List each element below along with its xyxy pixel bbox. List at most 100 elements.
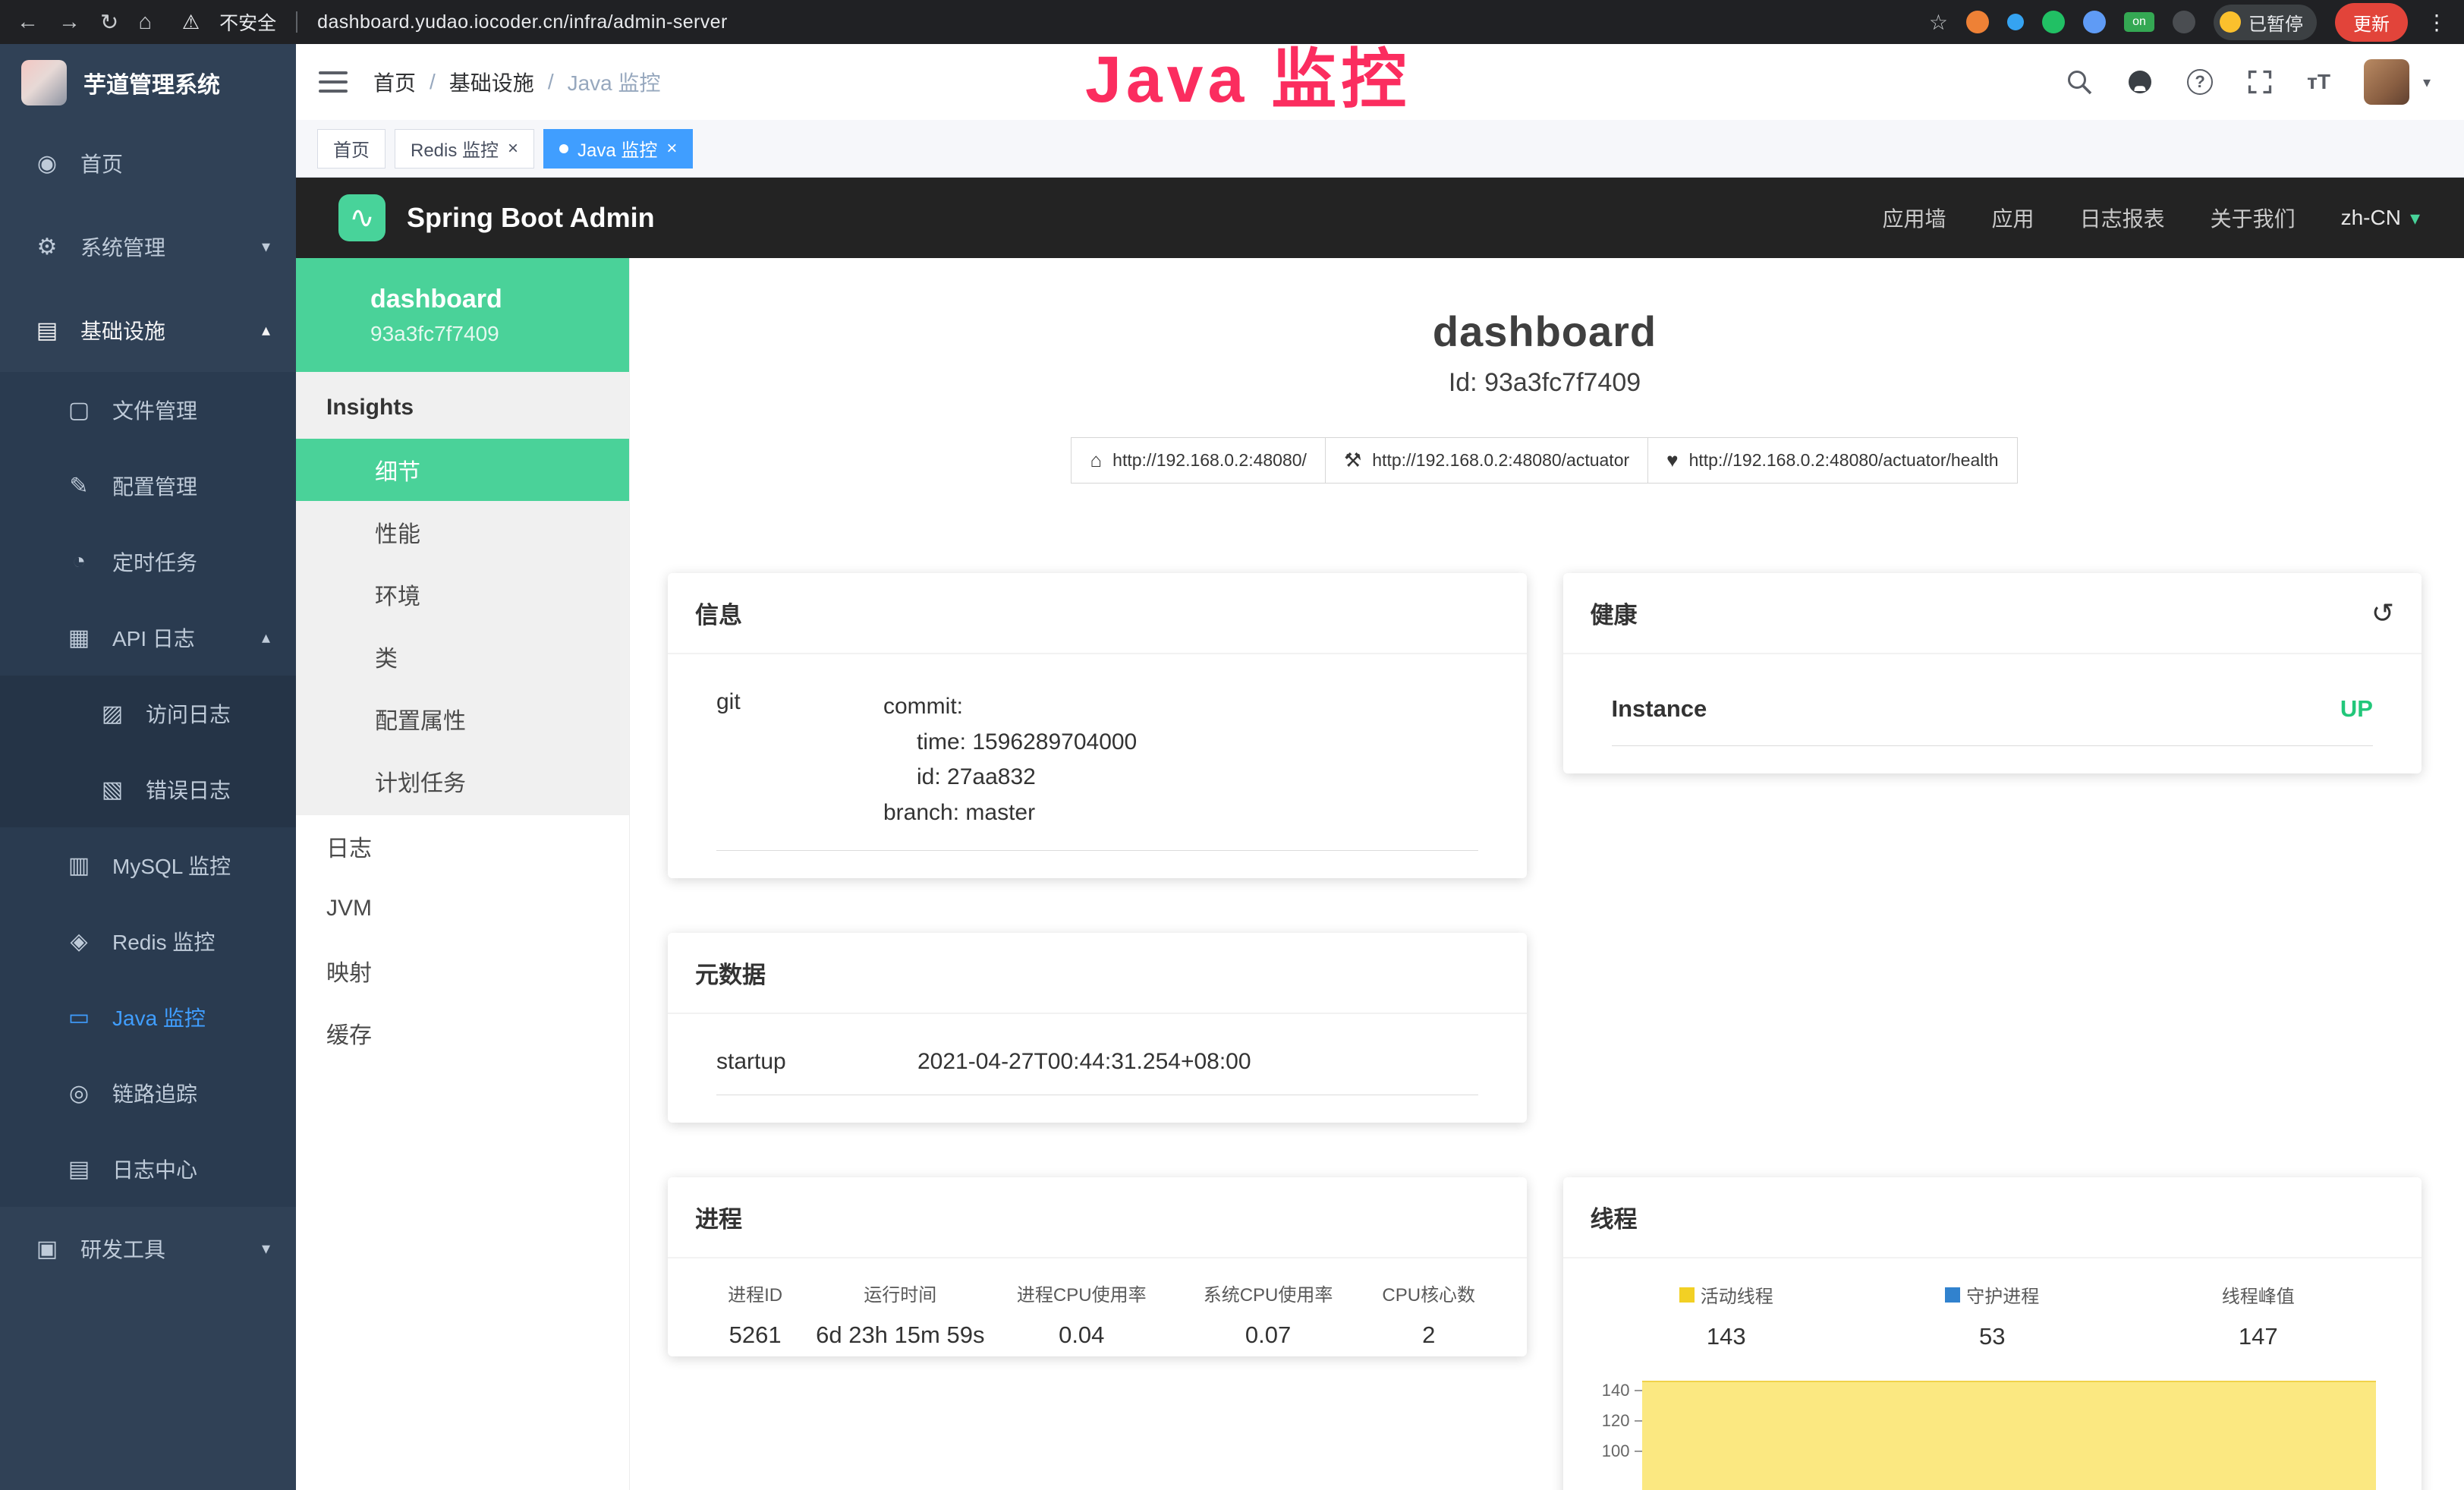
sba-item-jvm[interactable]: JVM [296,877,629,940]
sidebar-item-scheduled-tasks[interactable]: ◔ 定时任务 [0,524,296,600]
github-icon[interactable] [2126,68,2154,96]
breadcrumb-item[interactable]: 首页 [373,67,416,97]
tab-redis-monitor[interactable]: Redis 监控 × [395,129,534,169]
sba-item-classes[interactable]: 类 [296,625,629,688]
legend-value: 53 [1859,1323,2126,1350]
tab-java-monitor[interactable]: Java 监控 × [543,129,693,169]
sidebar-item-log-center[interactable]: ▤ 日志中心 [0,1131,296,1207]
instance-link-health[interactable]: ♥ http://192.168.0.2:48080/actuator/heal… [1647,437,2017,484]
extension-icon[interactable] [2083,11,2106,33]
legend-live-threads: 活动线程 [1594,1281,1860,1308]
extension-icon[interactable] [2173,11,2195,33]
sidebar-item-home[interactable]: ◉ 首页 [0,121,296,205]
hamburger-icon[interactable] [319,71,348,93]
sidebar-item-api-logs[interactable]: ▦ API 日志 ▴ [0,600,296,676]
instance-link-actuator[interactable]: ⚒ http://192.168.0.2:48080/actuator [1325,437,1648,484]
health-name: Instance [1612,695,1707,723]
sba-nav-wallboard[interactable]: 应用墙 [1883,203,1946,233]
sidebar-item-system-management[interactable]: ⚙ 系统管理 ▾ [0,205,296,288]
sba-header: ∿ Spring Boot Admin 应用墙 应用 日志报表 关于我们 zh-… [296,178,2464,258]
sidebar-item-infrastructure[interactable]: ▤ 基础设施 ▴ [0,288,296,372]
locale-selector[interactable]: zh-CN ▾ [2341,206,2420,230]
sba-item-mappings[interactable]: 映射 [296,940,629,1002]
sidebar-item-label: 配置管理 [112,471,197,501]
sba-brand-title[interactable]: Spring Boot Admin [407,202,655,234]
paused-badge[interactable]: 已暂停 [2214,5,2317,40]
fullscreen-icon[interactable] [2246,68,2274,96]
error-log-icon: ▧ [99,777,126,803]
metadata-row-startup: startup 2021-04-27T00:44:31.254+08:00 [716,1023,1478,1095]
legend-value: 143 [1594,1323,1860,1350]
sba-item-scheduled-tasks[interactable]: 计划任务 [296,750,629,812]
sba-item-environment[interactable]: 环境 [296,563,629,625]
sba-item-logs[interactable]: 日志 [296,815,629,877]
timer-icon: ◔ [65,549,93,575]
sidebar-item-mysql-monitor[interactable]: ▥ MySQL 监控 [0,827,296,903]
breadcrumb-item[interactable]: 基础设施 [449,67,534,97]
home-icon[interactable]: ⌂ [138,10,152,35]
close-icon[interactable]: × [666,138,677,159]
access-log-icon: ▨ [99,701,126,727]
y-tick-label: 120 [1602,1411,1630,1431]
update-button[interactable]: 更新 [2335,3,2408,42]
health-card-header: 健康 ↺ [1563,573,2422,654]
help-icon[interactable]: ? [2187,69,2213,95]
brand-logo-image [21,60,67,106]
instance-link-home[interactable]: ⌂ http://192.168.0.2:48080/ [1071,437,1326,484]
sidebar-item-dev-tools[interactable]: ▣ 研发工具 ▾ [0,1207,296,1290]
redis-icon: ◈ [65,928,93,955]
sidebar-item-file-management[interactable]: ▢ 文件管理 [0,372,296,448]
forward-icon[interactable]: → [58,10,80,35]
sidebar-item-java-monitor[interactable]: ▭ Java 监控 [0,979,296,1055]
sidebar-item-config-management[interactable]: ✎ 配置管理 [0,448,296,524]
card-title: 进程 [695,1200,742,1234]
sba-item-caches[interactable]: 缓存 [296,1002,629,1064]
avatar[interactable] [2364,59,2409,105]
chevron-down-icon: ▾ [2410,206,2420,230]
card-title: 健康 [1591,596,1638,630]
tab-home[interactable]: 首页 [317,129,385,169]
security-label[interactable]: 不安全 [219,8,276,36]
process-value: 0.04 [988,1321,1175,1349]
tab-label: Java 监控 [577,135,657,162]
url-text[interactable]: dashboard.yudao.iocoder.cn/infra/admin-s… [317,11,728,33]
sba-item-details[interactable]: 细节 [296,439,629,501]
extension-icon[interactable] [2007,14,2024,30]
threads-card-title: 线程 [1563,1177,2422,1258]
insights-group-title: Insights [296,372,629,439]
chevron-down-icon: ▾ [262,1239,270,1258]
health-row-instance[interactable]: Instance UP [1612,663,2374,746]
reload-icon[interactable]: ↻ [100,9,118,36]
back-icon[interactable]: ← [17,10,39,35]
chevron-up-icon: ▴ [262,628,270,647]
sidebar-item-link-tracing[interactable]: ◎ 链路追踪 [0,1055,296,1131]
legend-label: 活动线程 [1701,1281,1773,1308]
sba-nav-applications[interactable]: 应用 [1992,203,2034,233]
sidebar-item-redis-monitor[interactable]: ◈ Redis 监控 [0,903,296,979]
close-icon[interactable]: × [508,138,518,159]
sidebar-item-label: 日志中心 [112,1154,197,1184]
sba-nav-about[interactable]: 关于我们 [2211,203,2296,233]
extension-icon[interactable] [2042,11,2065,33]
sba-item-performance[interactable]: 性能 [296,501,629,563]
menu-dots-icon[interactable]: ⋮ [2426,10,2447,35]
search-icon[interactable] [2066,68,2093,96]
extension-on-badge[interactable]: on [2124,12,2154,32]
brand[interactable]: 芋道管理系统 [0,44,296,121]
process-value: 0.07 [1175,1321,1361,1349]
metadata-card-title: 元数据 [668,933,1527,1014]
font-size-icon[interactable]: тT [2307,70,2330,94]
info-value: commit: time: 1596289704000 id: 27aa832 … [883,689,1137,830]
sidebar-item-access-logs[interactable]: ▨ 访问日志 [0,676,296,751]
sba-nav: 应用墙 应用 日志报表 关于我们 zh-CN ▾ [1883,203,2420,233]
extension-icon[interactable] [1966,11,1989,33]
bookmark-star-icon[interactable]: ☆ [1929,10,1948,35]
legend-swatch-blue [1945,1287,1960,1303]
history-icon[interactable]: ↺ [2371,597,2394,629]
sba-nav-journal[interactable]: 日志报表 [2080,203,2165,233]
sba-item-config-properties[interactable]: 配置属性 [296,688,629,750]
wave-icon: ∿ [349,200,375,235]
instance-header[interactable]: dashboard 93a3fc7f7409 [296,258,629,372]
active-dot [559,144,568,153]
sidebar-item-error-logs[interactable]: ▧ 错误日志 [0,751,296,827]
